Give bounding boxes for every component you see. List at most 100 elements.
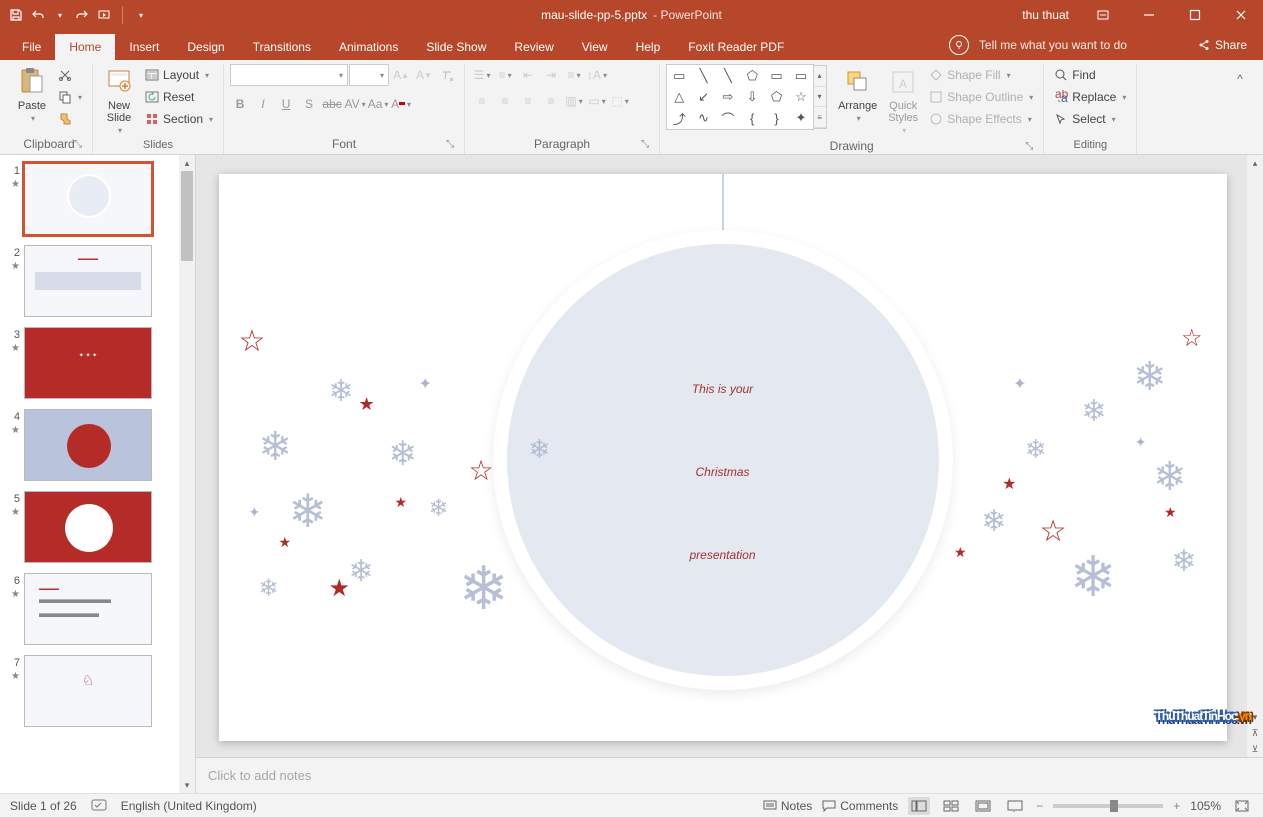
reset-button[interactable]: Reset	[141, 86, 217, 108]
numbering-icon[interactable]: ≡▾	[494, 64, 516, 86]
clear-formatting-icon[interactable]	[436, 64, 458, 86]
language-status[interactable]: English (United Kingdom)	[121, 799, 257, 813]
replace-button[interactable]: abacReplace▾	[1050, 86, 1130, 108]
gallery-more-icon[interactable]: ≡	[813, 107, 826, 128]
slide-thumb[interactable]: 2★ ▬▬▬▬	[6, 245, 175, 317]
scroll-thumb[interactable]	[181, 171, 193, 261]
dialog-launcher-icon[interactable]: ⤡	[639, 139, 651, 151]
align-text-icon[interactable]: ▭▾	[586, 90, 608, 112]
quick-styles-button[interactable]: A Quick Styles▾	[883, 64, 923, 137]
slide-thumb[interactable]: 6★ ▬▬▬▬▬▬▬▬▬▬▬▬▬▬▬	[6, 573, 175, 645]
slide-thumb[interactable]: 1★	[6, 163, 175, 235]
zoom-in-icon[interactable]: +	[1173, 799, 1180, 813]
select-button[interactable]: Select▾	[1050, 108, 1130, 130]
dialog-launcher-icon[interactable]: ⤡	[444, 139, 456, 151]
tab-help[interactable]: Help	[622, 34, 675, 60]
slide-count-status[interactable]: Slide 1 of 26	[10, 799, 77, 813]
find-button[interactable]: Find	[1050, 64, 1130, 86]
slide-canvas[interactable]: This is your Christmas presentation ❄ ❄ …	[219, 174, 1227, 741]
tab-home[interactable]: Home	[55, 34, 115, 60]
save-icon[interactable]	[8, 7, 24, 23]
tell-me-input[interactable]: Tell me what you want to do	[979, 38, 1127, 52]
font-name-combo[interactable]: ▾	[230, 64, 348, 86]
canvas-scrollbar[interactable]: ▴ ▾ ⊼ ⊻	[1247, 155, 1263, 757]
align-center-icon[interactable]: ≡	[494, 90, 516, 112]
new-slide-button[interactable]: New Slide ▾	[99, 64, 139, 137]
smartart-icon[interactable]: ⬚▾	[609, 90, 631, 112]
align-left-icon[interactable]: ≡	[471, 90, 493, 112]
underline-button[interactable]: U	[276, 94, 296, 114]
align-right-icon[interactable]: ≡	[517, 90, 539, 112]
fit-to-window-icon[interactable]	[1231, 797, 1253, 815]
tab-insert[interactable]: Insert	[115, 34, 173, 60]
normal-view-icon[interactable]	[908, 797, 930, 815]
scroll-up-icon[interactable]: ▴	[179, 155, 195, 171]
undo-dropdown-icon[interactable]: ▾	[52, 7, 68, 23]
section-button[interactable]: Section▾	[141, 108, 217, 130]
collapse-ribbon-icon[interactable]: ^	[1229, 68, 1251, 90]
strikethrough-button[interactable]: abc	[322, 94, 342, 114]
prev-slide-icon[interactable]: ⊼	[1247, 725, 1263, 741]
tab-file[interactable]: File	[8, 34, 55, 60]
dialog-launcher-icon[interactable]: ⤡	[72, 139, 84, 151]
increase-indent-icon[interactable]: ⇥	[540, 64, 562, 86]
notes-toggle[interactable]: Notes	[763, 799, 812, 813]
copy-button[interactable]: ▾	[54, 86, 86, 108]
dialog-launcher-icon[interactable]: ⤡	[1023, 141, 1035, 153]
zoom-level[interactable]: 105%	[1190, 799, 1221, 813]
tab-slideshow[interactable]: Slide Show	[412, 34, 500, 60]
columns-icon[interactable]: ▥▾	[563, 90, 585, 112]
redo-icon[interactable]	[74, 7, 90, 23]
shape-outline-button[interactable]: Shape Outline▾	[925, 86, 1037, 108]
line-spacing-icon[interactable]: ≡▾	[563, 64, 585, 86]
shape-effects-button[interactable]: Shape Effects▾	[925, 108, 1037, 130]
bullets-icon[interactable]: ☰▾	[471, 64, 493, 86]
slide-thumb[interactable]: 7★ ♘	[6, 655, 175, 727]
share-button[interactable]: Share	[1197, 38, 1247, 52]
scroll-down-icon[interactable]: ▾	[179, 777, 195, 793]
character-spacing-icon[interactable]: AV▾	[345, 94, 365, 114]
tab-foxit[interactable]: Foxit Reader PDF	[674, 34, 798, 60]
gallery-down-icon[interactable]: ▾	[813, 87, 826, 108]
shadow-button[interactable]: S	[299, 94, 319, 114]
tab-design[interactable]: Design	[173, 34, 238, 60]
thumbs-scrollbar[interactable]: ▴ ▾	[179, 155, 195, 793]
reading-view-icon[interactable]	[972, 797, 994, 815]
close-icon[interactable]	[1219, 0, 1263, 30]
zoom-slider[interactable]	[1053, 804, 1163, 808]
paste-button[interactable]: Paste ▾	[12, 64, 52, 125]
font-color-icon[interactable]: A▾	[391, 94, 411, 114]
start-from-beginning-icon[interactable]	[96, 7, 112, 23]
slide-sorter-icon[interactable]	[940, 797, 962, 815]
font-size-combo[interactable]: ▾	[349, 64, 389, 86]
minimize-icon[interactable]	[1127, 0, 1171, 30]
undo-icon[interactable]	[30, 7, 46, 23]
notes-pane[interactable]: Click to add notes	[196, 757, 1263, 793]
next-slide-icon[interactable]: ⊻	[1247, 741, 1263, 757]
format-painter-button[interactable]	[54, 108, 86, 130]
spellcheck-icon[interactable]	[91, 799, 107, 813]
slide-thumb[interactable]: 4★	[6, 409, 175, 481]
bold-button[interactable]: B	[230, 94, 250, 114]
qat-customize-icon[interactable]: ▾	[133, 7, 149, 23]
maximize-icon[interactable]	[1173, 0, 1217, 30]
tab-view[interactable]: View	[568, 34, 622, 60]
user-name[interactable]: thu thuat	[1022, 8, 1069, 22]
text-direction-icon[interactable]: ↕A▾	[586, 64, 608, 86]
tab-review[interactable]: Review	[500, 34, 567, 60]
scroll-down-icon[interactable]: ▾	[1247, 709, 1263, 725]
decrease-font-icon[interactable]: A▼	[413, 64, 435, 86]
slide-thumb[interactable]: 5★	[6, 491, 175, 563]
shape-fill-button[interactable]: Shape Fill▾	[925, 64, 1037, 86]
scroll-up-icon[interactable]: ▴	[1247, 155, 1263, 171]
slideshow-view-icon[interactable]	[1004, 797, 1026, 815]
cut-button[interactable]	[54, 64, 86, 86]
ribbon-display-options-icon[interactable]	[1081, 0, 1125, 30]
gallery-up-icon[interactable]: ▴	[813, 66, 826, 87]
layout-button[interactable]: Layout▾	[141, 64, 217, 86]
change-case-icon[interactable]: Aa▾	[368, 94, 388, 114]
italic-button[interactable]: I	[253, 94, 273, 114]
decrease-indent-icon[interactable]: ⇤	[517, 64, 539, 86]
tab-transitions[interactable]: Transitions	[239, 34, 325, 60]
zoom-out-icon[interactable]: −	[1036, 799, 1043, 813]
